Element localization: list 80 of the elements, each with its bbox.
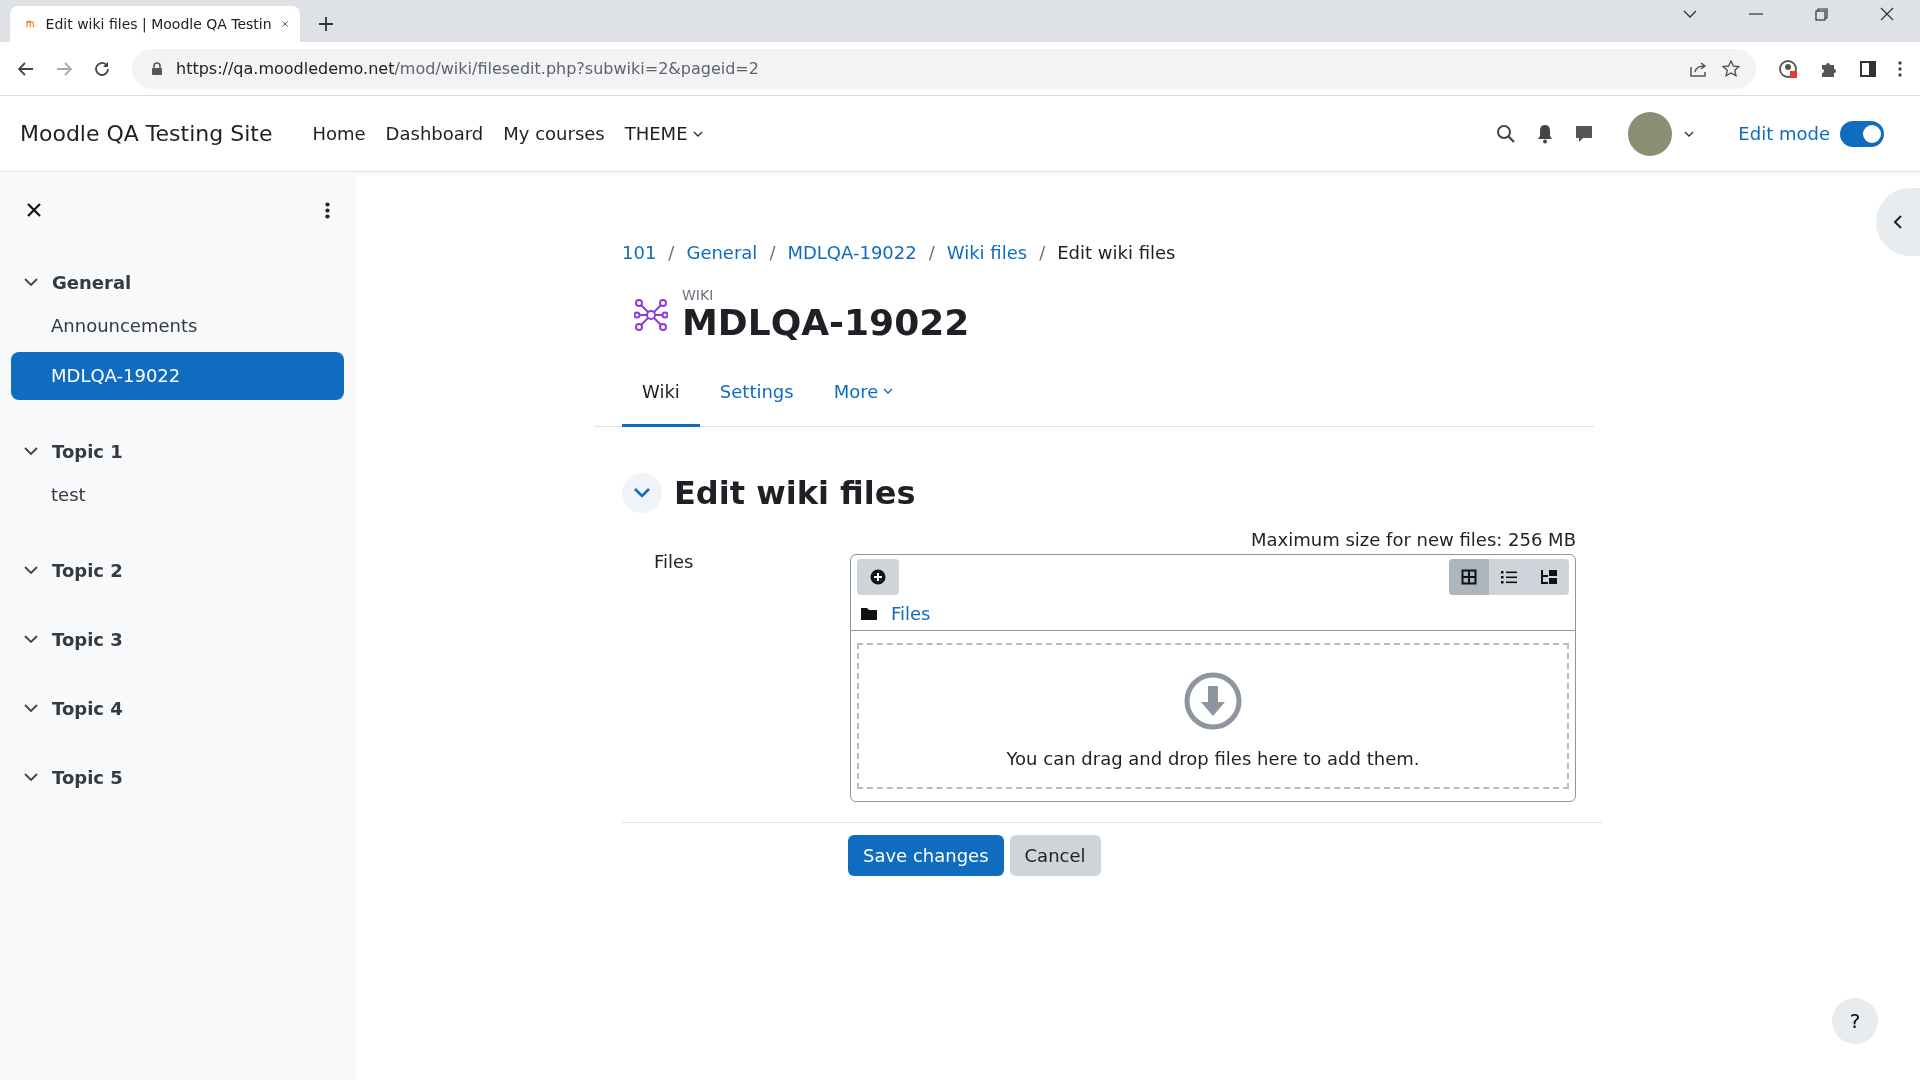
nav-link[interactable]: THEME	[624, 123, 703, 144]
breadcrumb-link[interactable]: Wiki files	[946, 242, 1028, 263]
tree-icon	[1540, 568, 1558, 585]
add-file-button[interactable]	[857, 558, 899, 595]
new-tab-icon[interactable]	[318, 16, 334, 32]
chevron-icon[interactable]	[24, 277, 38, 287]
plus-circle-icon	[870, 568, 886, 585]
save-button[interactable]: Save changes	[848, 834, 1004, 876]
list-icon	[1501, 569, 1517, 584]
current-page-text: Edit wiki files	[1057, 242, 1176, 263]
address-bar[interactable]: https://qa.moodledemo.net/mod/wiki/filesedit.php?subwiki=2&pageid=2	[132, 48, 1756, 89]
kebab-menu-icon[interactable]	[325, 201, 330, 219]
close-window-icon[interactable]	[1880, 7, 1894, 21]
back-icon[interactable]	[18, 61, 34, 76]
section-title[interactable]: Topic 4	[52, 697, 123, 719]
folder-link[interactable]: Files	[891, 602, 931, 624]
share-icon[interactable]	[1690, 60, 1708, 77]
folder-icon	[861, 606, 877, 620]
section-heading: Edit wiki files	[674, 473, 916, 512]
nav-link[interactable]: Home	[312, 123, 366, 144]
activity-link[interactable]: Announcements	[11, 302, 344, 350]
chevron-icon	[633, 487, 651, 499]
breadcrumb-link[interactable]: MDLQA-19022	[787, 242, 917, 263]
breadcrumb-separator: /	[769, 242, 776, 263]
network-icon	[634, 297, 668, 332]
edit-mode-toggle[interactable]	[1840, 120, 1884, 147]
chat-icon[interactable]	[1574, 123, 1595, 144]
tab-list-icon[interactable]	[1683, 10, 1697, 18]
chevron-icon[interactable]	[24, 703, 38, 713]
download-icon	[1184, 672, 1242, 731]
grid-icon	[1461, 568, 1477, 585]
tab-title: Edit wiki files | Moodle QA Testin	[45, 16, 272, 32]
field-label: Files	[653, 549, 695, 574]
browser-tab[interactable]: Edit wiki files | Moodle QA Testin	[10, 6, 300, 42]
nav-tab[interactable]: Wiki	[622, 366, 700, 427]
reload-icon[interactable]	[94, 60, 110, 77]
max-size-note: Maximum size for new files: 256 MB	[1250, 528, 1576, 550]
close-icon[interactable]	[27, 203, 41, 217]
icons-view-button[interactable]	[1449, 558, 1489, 595]
drop-zone[interactable]: You can drag and drop files here to add them.	[857, 642, 1569, 789]
section-title[interactable]: Topic 2	[52, 559, 123, 581]
breadcrumb-link[interactable]: General	[686, 242, 758, 263]
caret-icon[interactable]	[1684, 130, 1695, 137]
nav-link[interactable]: Dashboard	[385, 123, 484, 144]
side-panel-icon[interactable]	[1860, 60, 1876, 77]
kebab-menu-icon[interactable]	[1898, 60, 1902, 77]
cancel-button[interactable]: Cancel	[1009, 834, 1101, 876]
search-icon[interactable]	[1496, 123, 1517, 144]
collapse-button[interactable]	[622, 472, 662, 513]
section-title[interactable]: Topic 5	[52, 766, 123, 788]
breadcrumb-separator: /	[928, 242, 935, 263]
drawer-toggle-button[interactable]	[1876, 188, 1920, 256]
site-name[interactable]: Moodle QA Testing Site	[20, 121, 273, 146]
nav-tab[interactable]: More	[813, 366, 914, 427]
activity-link[interactable]: MDLQA-19022	[11, 352, 344, 400]
url-text: https://qa.moodledemo.net/mod/wiki/filesedit.php?subwiki=2&pageid=2	[176, 59, 759, 78]
activity-link[interactable]: test	[11, 471, 344, 519]
nav-link[interactable]: My courses	[503, 123, 605, 144]
nav-tab[interactable]: Settings	[699, 366, 814, 427]
drop-hint: You can drag and drop files here to add them.	[1006, 748, 1420, 770]
extension-icon[interactable]	[1778, 58, 1798, 79]
section-title[interactable]: General	[52, 271, 132, 293]
edit-mode-label: Edit mode	[1738, 123, 1830, 144]
help-button[interactable]: ?	[1832, 998, 1878, 1044]
chevron-icon[interactable]	[24, 446, 38, 456]
chevron-icon[interactable]	[24, 634, 38, 644]
breadcrumb-separator: /	[1039, 242, 1046, 263]
star-icon[interactable]	[1722, 60, 1740, 77]
activity-type-label: WIKI	[682, 287, 715, 303]
breadcrumb-separator: /	[668, 242, 675, 263]
page-title: MDLQA-19022	[682, 303, 970, 343]
section-title[interactable]: Topic 1	[52, 440, 123, 462]
chevron-left-icon	[1893, 214, 1903, 230]
section-title[interactable]: Topic 3	[52, 628, 123, 650]
chevron-icon[interactable]	[24, 772, 38, 782]
breadcrumb-link[interactable]: 101	[622, 242, 657, 263]
restore-icon[interactable]	[1815, 7, 1828, 21]
chevron-icon[interactable]	[24, 565, 38, 575]
lock-icon	[152, 62, 162, 75]
bell-icon[interactable]	[1536, 123, 1555, 144]
